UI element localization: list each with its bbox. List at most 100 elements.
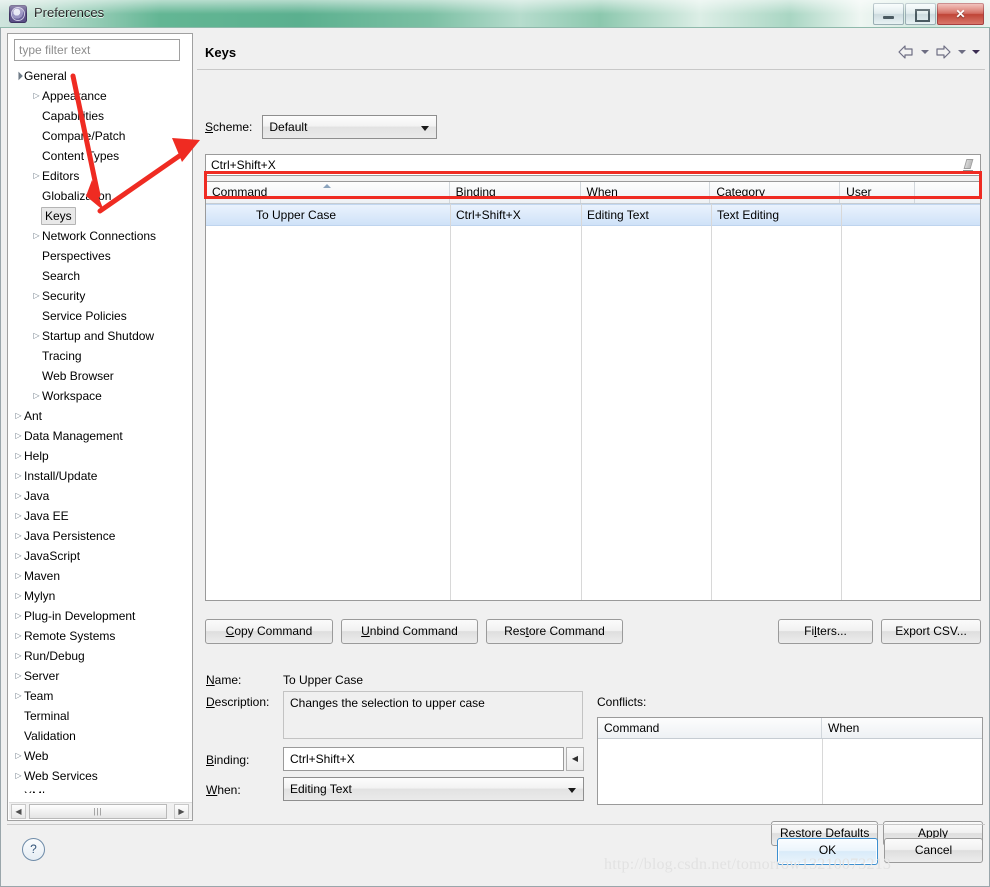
tree-collapsed-icon[interactable]: ▷: [13, 626, 24, 646]
tree-collapsed-icon[interactable]: ▷: [13, 606, 24, 626]
sidebar-item-web[interactable]: ▷ Web: [9, 745, 192, 765]
tree-collapsed-icon[interactable]: ▷: [13, 466, 24, 486]
conflicts-column-header-when[interactable]: When: [822, 718, 982, 738]
tree-collapsed-icon[interactable]: ▷: [13, 766, 24, 786]
sidebar-item-web-services[interactable]: ▷ Web Services: [9, 765, 192, 785]
scroll-thumb[interactable]: |||: [29, 804, 167, 819]
filter-text-input[interactable]: type filter text: [14, 39, 180, 61]
sidebar-item-mylyn[interactable]: ▷ Mylyn: [9, 585, 192, 605]
view-menu-triangle-icon[interactable]: [970, 43, 981, 61]
maximize-button[interactable]: [905, 3, 936, 25]
sidebar-item-install-update[interactable]: ▷ Install/Update: [9, 465, 192, 485]
tree-collapsed-icon[interactable]: ▷: [13, 486, 24, 506]
table-row[interactable]: To Upper Case Ctrl+Shift+X Editing Text Tex…: [206, 204, 980, 226]
preferences-tree[interactable]: ◢General▷Appearance▷Capabilities▷Compare…: [9, 65, 192, 793]
sidebar-item-network-connections[interactable]: ▷ Network Connections: [9, 225, 192, 245]
left-chevron-icon[interactable]: ◀: [566, 747, 584, 771]
column-header-command[interactable]: Command: [206, 182, 450, 203]
tree-collapsed-icon[interactable]: ▷: [13, 526, 24, 546]
sidebar-item-remote-systems[interactable]: ▷ Remote Systems: [9, 625, 192, 645]
export-csv-button[interactable]: Export CSV...: [881, 619, 981, 644]
sidebar-item-search[interactable]: ▷Search: [9, 265, 192, 285]
tree-collapsed-icon[interactable]: ▷: [31, 226, 42, 246]
binding-filter-input[interactable]: Ctrl+Shift+X: [205, 154, 981, 176]
sidebar-item-perspectives[interactable]: ▷Perspectives: [9, 245, 192, 265]
restore-command-button[interactable]: Restore Command: [486, 619, 623, 644]
sidebar-item-xml[interactable]: ▷XML: [9, 785, 192, 793]
sidebar-item-team[interactable]: ▷ Team: [9, 685, 192, 705]
tree-collapsed-icon[interactable]: ▷: [13, 646, 24, 666]
help-question-icon[interactable]: ?: [22, 838, 45, 861]
tree-collapsed-icon[interactable]: ▷: [13, 506, 24, 526]
sidebar-item-javascript[interactable]: ▷ JavaScript: [9, 545, 192, 565]
back-arrow-icon[interactable]: [896, 43, 916, 61]
cancel-button[interactable]: Cancel: [884, 838, 983, 863]
tree-collapsed-icon[interactable]: ▷: [31, 326, 42, 346]
dialog-body: type filter text ◢General▷Appearance▷Cap…: [0, 28, 990, 887]
tree-collapsed-icon[interactable]: ▷: [13, 406, 24, 426]
sidebar-item-plug-in-development[interactable]: ▷ Plug-in Development: [9, 605, 192, 625]
tree-collapsed-icon[interactable]: ▷: [13, 426, 24, 446]
tree-collapsed-icon[interactable]: ▷: [13, 546, 24, 566]
binding-input[interactable]: Ctrl+Shift+X: [283, 747, 564, 771]
back-history-chevron-down-icon[interactable]: [919, 43, 930, 61]
sidebar-item-security[interactable]: ▷ Security: [9, 285, 192, 305]
column-header-binding[interactable]: Binding: [449, 182, 581, 203]
sidebar-item-data-management[interactable]: ▷ Data Management: [9, 425, 192, 445]
tree-collapsed-icon[interactable]: ▷: [13, 666, 24, 686]
sidebar-item-tracing[interactable]: ▷Tracing: [9, 345, 192, 365]
tree-collapsed-icon[interactable]: ▷: [13, 786, 24, 793]
scheme-combo[interactable]: Default: [262, 115, 438, 139]
tree-collapsed-icon[interactable]: ▷: [13, 746, 24, 766]
sidebar-item-terminal[interactable]: ▷Terminal: [9, 705, 192, 725]
tree-collapsed-icon[interactable]: ▷: [31, 286, 42, 306]
filters-button[interactable]: Filters...: [778, 619, 873, 644]
column-header-when[interactable]: When: [580, 182, 711, 203]
minimize-button[interactable]: [873, 3, 904, 25]
tree-collapsed-icon[interactable]: ▷: [31, 86, 42, 106]
sidebar-item-globalization[interactable]: ▷Globalization: [9, 185, 192, 205]
sidebar-item-web-browser[interactable]: ▷Web Browser: [9, 365, 192, 385]
sidebar-item-compare-patch[interactable]: ▷Compare/Patch: [9, 125, 192, 145]
forward-arrow-icon[interactable]: [933, 43, 953, 61]
sidebar-item-service-policies[interactable]: ▷Service Policies: [9, 305, 192, 325]
sidebar-item-java-ee[interactable]: ▷ Java EE: [9, 505, 192, 525]
tree-collapsed-icon[interactable]: ▷: [31, 386, 42, 406]
sidebar-item-run-debug[interactable]: ▷ Run/Debug: [9, 645, 192, 665]
key-bindings-table[interactable]: Command Binding When Category User To Upper …: [205, 181, 981, 601]
when-combo[interactable]: Editing Text: [283, 777, 584, 801]
sidebar-item-server[interactable]: ▷ Server: [9, 665, 192, 685]
sidebar-item-workspace[interactable]: ▷ Workspace: [9, 385, 192, 405]
tree-collapsed-icon[interactable]: ▷: [13, 686, 24, 706]
sidebar-item-startup-and-shutdow[interactable]: ▷ Startup and Shutdow: [9, 325, 192, 345]
tree-collapsed-icon[interactable]: ▷: [31, 166, 42, 186]
unbind-command-button[interactable]: Unbind Command: [341, 619, 478, 644]
conflicts-table[interactable]: Command When: [597, 717, 983, 805]
sidebar-item-validation[interactable]: ▷Validation: [9, 725, 192, 745]
sidebar-item-maven[interactable]: ▷ Maven: [9, 565, 192, 585]
sidebar-item-capabilities[interactable]: ▷Capabilities: [9, 105, 192, 125]
sidebar-item-content-types[interactable]: ▷Content Types: [9, 145, 192, 165]
copy-command-button[interactable]: Copy Command: [205, 619, 333, 644]
sidebar-item-editors[interactable]: ▷ Editors: [9, 165, 192, 185]
tree-collapsed-icon[interactable]: ▷: [13, 446, 24, 466]
forward-history-chevron-down-icon[interactable]: [956, 43, 967, 61]
eraser-icon[interactable]: [962, 159, 975, 172]
sidebar-item-java[interactable]: ▷ Java: [9, 485, 192, 505]
sidebar-item-keys[interactable]: ▷Keys: [9, 205, 192, 225]
scroll-right-icon[interactable]: ▶: [174, 804, 189, 819]
scroll-left-icon[interactable]: ◀: [11, 804, 26, 819]
tree-horizontal-scrollbar[interactable]: ◀ ||| ▶: [9, 802, 192, 819]
tree-collapsed-icon[interactable]: ▷: [13, 566, 24, 586]
tree-collapsed-icon[interactable]: ▷: [13, 586, 24, 606]
sidebar-item-label: Content Types: [42, 148, 120, 163]
sidebar-item-appearance[interactable]: ▷ Appearance: [9, 85, 192, 105]
sidebar-item-general[interactable]: ◢General: [9, 65, 192, 85]
sidebar-item-ant[interactable]: ▷ Ant: [9, 405, 192, 425]
sidebar-item-help[interactable]: ▷ Help: [9, 445, 192, 465]
sidebar-item-java-persistence[interactable]: ▷ Java Persistence: [9, 525, 192, 545]
column-header-user[interactable]: User: [840, 182, 916, 203]
column-header-category[interactable]: Category: [710, 182, 841, 203]
close-button[interactable]: ✕: [937, 3, 984, 25]
conflicts-column-header-command[interactable]: Command: [598, 718, 822, 738]
